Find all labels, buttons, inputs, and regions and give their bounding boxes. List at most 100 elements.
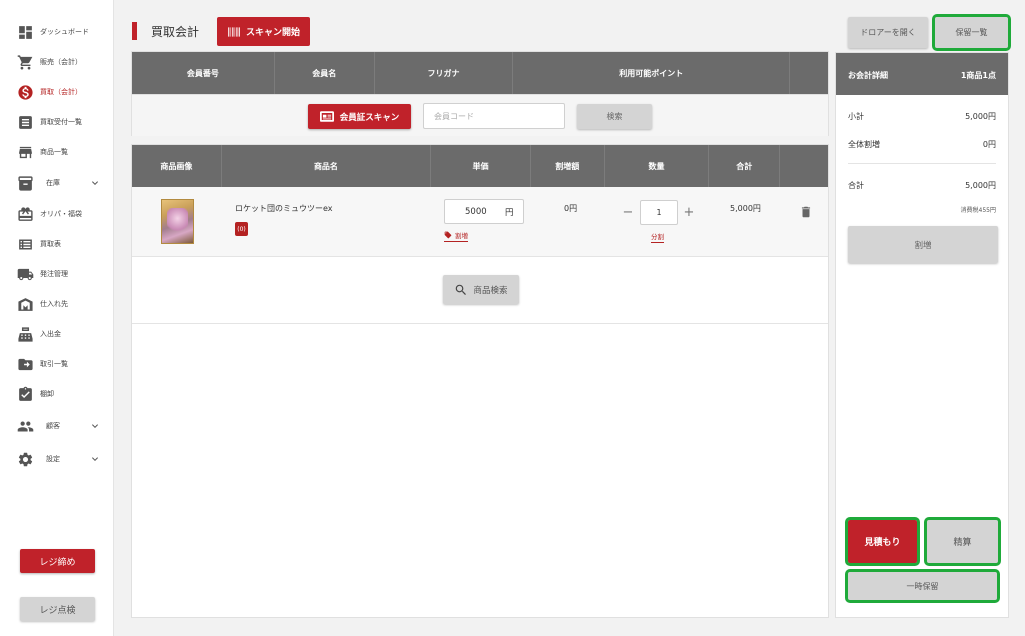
column-header: フリガナ <box>375 52 514 94</box>
divider <box>132 323 828 324</box>
sidebar-item-settings[interactable]: 設定 <box>0 447 114 471</box>
receipt-icon <box>16 113 34 131</box>
sidebar-item-orders[interactable]: 発注管理 <box>0 262 114 286</box>
sidebar-item-label: オリパ・福袋 <box>40 210 82 218</box>
dashboard-icon <box>16 23 34 41</box>
column-header: 会員名 <box>275 52 375 94</box>
member-search-row: 会員証スキャン 検索 <box>132 94 828 136</box>
divider <box>848 163 996 164</box>
close-register-button[interactable]: レジ締め <box>20 549 95 573</box>
member-table-header: 会員番号 会員名 フリガナ 利用可能ポイント <box>132 52 828 94</box>
chevron-down-icon[interactable] <box>89 177 101 189</box>
temporary-hold-button[interactable]: 一時保留 <box>845 569 1000 603</box>
overall-markup-value: 0円 <box>982 140 996 149</box>
sidebar-item-purchase-table[interactable]: 買取表 <box>0 232 114 256</box>
summary-title: お会計詳細 <box>848 71 888 80</box>
settle-button[interactable]: 精算 <box>924 517 1001 566</box>
split-link[interactable]: 分割 <box>651 231 664 243</box>
overall-markup-button[interactable]: 割増 <box>848 226 998 263</box>
sidebar-item-purchase[interactable]: 買取（会計） <box>0 80 114 104</box>
sidebar-item-label: 棚卸 <box>40 390 54 398</box>
sidebar-item-products[interactable]: 商品一覧 <box>0 140 114 164</box>
list-icon <box>16 235 34 253</box>
column-header: 割増額 <box>531 145 605 187</box>
sidebar-item-label: 買取（会計） <box>40 88 82 96</box>
member-card-scan-label: 会員証スキャン <box>339 112 400 123</box>
sidebar-item-cash[interactable]: 入出金 <box>0 322 114 346</box>
folder-icon <box>16 355 34 373</box>
sidebar: ダッシュボード 販売（会計） 買取（会計） 買取受付一覧 商品一覧 在庫 オリパ… <box>0 0 114 636</box>
sidebar-item-label: 入出金 <box>40 330 61 338</box>
search-icon <box>456 284 467 295</box>
tax-note: 消費税455円 <box>960 207 996 214</box>
sidebar-item-sales[interactable]: 販売（会計） <box>0 50 114 74</box>
warehouse-icon <box>16 295 34 313</box>
column-header: 合計 <box>709 145 781 187</box>
subtotal-label: 小計 <box>848 112 864 121</box>
total-label: 合計 <box>848 181 864 190</box>
member-card-scan-button[interactable]: 会員証スキャン <box>308 104 411 129</box>
total-value: 5,000円 <box>965 181 996 190</box>
sidebar-item-dashboard[interactable]: ダッシュボード <box>0 20 114 44</box>
sidebar-item-suppliers[interactable]: 仕入れ先 <box>0 292 114 316</box>
scan-start-button[interactable]: スキャン開始 <box>217 17 310 46</box>
tag-icon <box>444 231 452 239</box>
inventory-icon <box>16 174 34 192</box>
store-icon <box>16 143 34 161</box>
sidebar-item-transactions[interactable]: 取引一覧 <box>0 352 114 376</box>
markup-amount: 0円 <box>564 204 578 213</box>
cart-icon <box>16 53 34 71</box>
title-accent-bar <box>132 22 137 40</box>
product-search-button[interactable]: 商品検索 <box>443 275 519 304</box>
clipboard-check-icon <box>16 385 34 403</box>
quantity-decrease-button[interactable]: − <box>622 205 634 220</box>
open-drawer-button[interactable]: ドロアーを開く <box>848 17 928 48</box>
member-panel: 会員番号 会員名 フリガナ 利用可能ポイント 会員証スキャン 検索 <box>131 51 829 136</box>
item-markup-link[interactable]: 割増 <box>444 230 468 242</box>
sidebar-item-label: 商品一覧 <box>40 148 68 156</box>
unit-price-value: 5000 <box>465 206 487 217</box>
item-markup-label: 割増 <box>455 232 468 240</box>
overall-markup-line: 全体割増 0円 <box>848 139 996 150</box>
subtotal-value: 5,000円 <box>965 112 996 121</box>
unit-price-unit: 円 <box>505 207 514 218</box>
estimate-button[interactable]: 見積もり <box>845 517 920 566</box>
dollar-icon <box>16 83 34 101</box>
hold-list-button[interactable]: 保留一覧 <box>932 14 1011 51</box>
sidebar-item-label: ダッシュボード <box>40 28 89 36</box>
delete-icon[interactable] <box>799 204 813 220</box>
page-title: 買取会計 <box>151 25 200 39</box>
product-name: ロケット団のミュウツーex <box>235 204 333 213</box>
chevron-down-icon[interactable] <box>89 453 101 465</box>
gift-icon <box>16 205 34 223</box>
member-code-input[interactable] <box>423 103 565 129</box>
sidebar-item-inventory[interactable]: 在庫 <box>0 171 114 195</box>
quantity-increase-button[interactable]: + <box>683 205 695 220</box>
sidebar-item-label: 買取受付一覧 <box>40 118 82 126</box>
row-total: 5,000円 <box>730 204 761 213</box>
barcode-icon <box>228 26 240 37</box>
items-panel: 商品画像 商品名 単価 割増額 数量 合計 ロケット団のミュウツーex (0) … <box>131 144 829 618</box>
quantity-input[interactable]: 1 <box>640 200 678 225</box>
sidebar-item-label: 販売（会計） <box>40 58 82 66</box>
check-register-button[interactable]: レジ点検 <box>20 597 95 621</box>
items-table-header: 商品画像 商品名 単価 割増額 数量 合計 <box>132 145 828 187</box>
sidebar-item-purchase-reception[interactable]: 買取受付一覧 <box>0 110 114 134</box>
stock-badge: (0) <box>235 222 248 236</box>
subtotal-line: 小計 5,000円 <box>848 111 996 122</box>
column-header: 数量 <box>605 145 710 187</box>
gear-icon <box>16 450 34 468</box>
sidebar-item-stocktake[interactable]: 棚卸 <box>0 382 114 406</box>
column-header: 利用可能ポイント <box>513 52 791 94</box>
summary-count: 1商品1点 <box>960 71 996 80</box>
unit-price-input[interactable]: 5000 円 <box>444 199 524 224</box>
sidebar-item-customers[interactable]: 顧客 <box>0 414 114 438</box>
sidebar-item-oripa[interactable]: オリパ・福袋 <box>0 202 114 226</box>
product-image <box>161 199 194 244</box>
id-card-icon <box>319 111 334 122</box>
overall-markup-label: 全体割増 <box>848 140 880 149</box>
product-search-label: 商品検索 <box>473 285 508 296</box>
table-row: ロケット団のミュウツーex (0) 5000 円 割増 0円 − 1 + 分割 … <box>132 187 828 257</box>
chevron-down-icon[interactable] <box>89 420 101 432</box>
member-search-button[interactable]: 検索 <box>577 104 652 129</box>
